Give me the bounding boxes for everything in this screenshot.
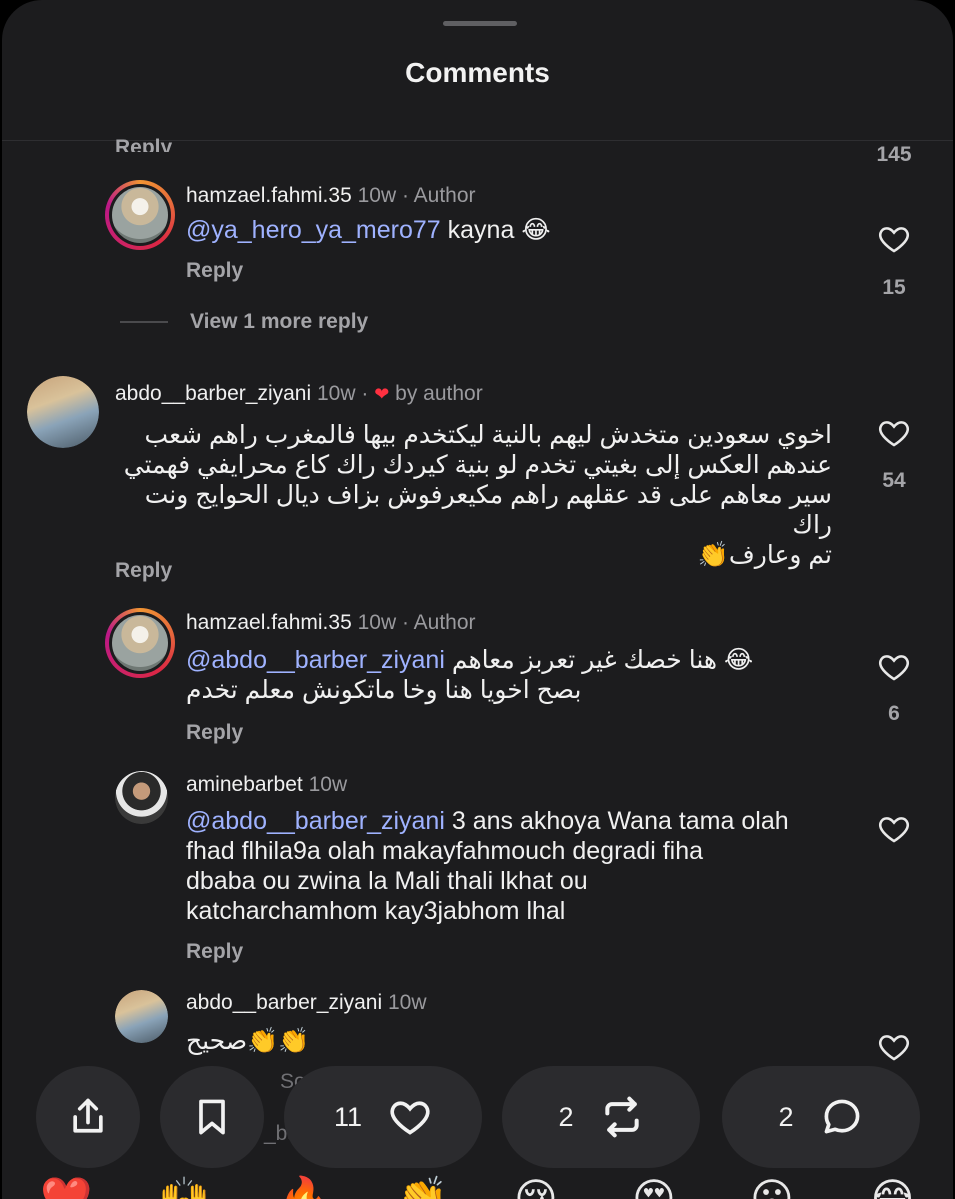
comment-line: تم وعارف👏 bbox=[697, 541, 832, 569]
emoji-sad[interactable]: 😢 bbox=[514, 1178, 558, 1199]
comment-meta: hamzael.fahmi.35 10w · Author bbox=[186, 184, 476, 208]
timestamp: 10w bbox=[357, 184, 397, 207]
reply-button[interactable]: Reply bbox=[186, 721, 243, 745]
heart-icon[interactable] bbox=[874, 222, 914, 261]
like-count: 54 bbox=[882, 469, 906, 492]
sheet-grabber-handle[interactable] bbox=[443, 21, 517, 26]
avatar[interactable] bbox=[115, 771, 168, 824]
comment-button[interactable]: 2 bbox=[722, 1066, 920, 1168]
emoji-fire[interactable]: 🔥 bbox=[278, 1178, 330, 1199]
emoji-heart[interactable]: ❤️ bbox=[40, 1178, 92, 1199]
username[interactable]: abdo__barber_ziyani bbox=[186, 991, 382, 1014]
heart-icon[interactable] bbox=[874, 416, 914, 455]
heart-icon[interactable] bbox=[874, 650, 914, 689]
comment-line: سير معاهم على قد عقلهم راهم مكيعرفوش بزا… bbox=[144, 481, 832, 539]
comment-line: 3 ans akhoya Wana tama olah bbox=[451, 807, 789, 835]
timestamp: 10w bbox=[308, 773, 348, 796]
view-more-replies[interactable]: View 1 more reply bbox=[120, 310, 368, 334]
emoji-clap[interactable]: 👏 bbox=[396, 1178, 448, 1199]
comment-line: اخوي سعودين متخدش ليهم بالنية ليكتخدم بي… bbox=[144, 421, 832, 449]
comment-count: 2 bbox=[778, 1101, 794, 1132]
comment-text: @abdo__barber_ziyani 3 ans akhoya Wana t… bbox=[186, 806, 846, 926]
comment-meta: abdo__barber_ziyani 10w · ❤ by author bbox=[115, 382, 483, 406]
like-count: 15 bbox=[882, 276, 906, 299]
comment-meta: hamzael.fahmi.35 10w · Author bbox=[186, 611, 476, 635]
timestamp: 10w bbox=[357, 611, 397, 634]
repost-icon bbox=[604, 1096, 639, 1138]
like-count: 145 bbox=[876, 143, 912, 166]
timestamp: 10w bbox=[317, 382, 356, 405]
emoji-heart-eyes[interactable]: 😍 bbox=[632, 1178, 676, 1199]
heart-icon[interactable] bbox=[874, 1030, 914, 1069]
comment-meta: aminebarbet 10w bbox=[186, 773, 347, 797]
repost-button[interactable]: 2 bbox=[502, 1066, 700, 1168]
mention-link[interactable]: @ya_hero_ya_mero77 bbox=[186, 216, 441, 244]
avatar bbox=[112, 615, 168, 671]
emoji-laughing[interactable]: 😂 bbox=[868, 1178, 917, 1199]
reply-button[interactable]: Reply bbox=[186, 940, 243, 964]
username[interactable]: abdo__barber_ziyani bbox=[115, 382, 311, 405]
comment-text: اخوي سعودين متخدش ليهم بالنية ليكتخدم بي… bbox=[110, 420, 832, 570]
bookmark-button[interactable] bbox=[160, 1066, 264, 1168]
author-tag: · Author bbox=[401, 184, 476, 207]
by-author-tag: by author bbox=[395, 382, 483, 405]
action-bar: 11 2 2 bbox=[2, 1066, 953, 1170]
view-more-label: View 1 more reply bbox=[190, 310, 369, 333]
avatar-story-ring[interactable] bbox=[105, 608, 175, 678]
liked-by-author-heart-icon: ❤ bbox=[374, 384, 390, 404]
mention-link[interactable]: @abdo__barber_ziyani bbox=[186, 646, 445, 674]
heart-icon[interactable] bbox=[874, 812, 914, 851]
comment-bubble-icon bbox=[824, 1099, 859, 1134]
emoji-reaction-row: ❤️ 🙌 🔥 👏 😢 😍 😮 😂 bbox=[2, 1170, 953, 1199]
thread-line bbox=[120, 321, 168, 323]
share-button[interactable] bbox=[36, 1066, 140, 1168]
avatar[interactable] bbox=[115, 990, 168, 1043]
repost-count: 2 bbox=[558, 1101, 574, 1132]
comment-meta: abdo__barber_ziyani 10w bbox=[186, 991, 427, 1015]
reply-button[interactable]: Reply bbox=[186, 259, 243, 283]
comment-text: @ya_hero_ya_mero77 kayna 😂 bbox=[186, 215, 551, 245]
bookmark-icon bbox=[199, 1099, 225, 1135]
share-icon bbox=[73, 1098, 103, 1133]
comment-text: @abdo__barber_ziyani 😂 هنا خصك غير تعربز… bbox=[186, 645, 806, 705]
comment-line: fhad flhila9a olah makayfahmouch degradi… bbox=[186, 837, 704, 865]
separator: · bbox=[361, 382, 369, 405]
like-count: 6 bbox=[888, 702, 900, 725]
author-tag: · Author bbox=[401, 611, 476, 634]
emoji-surprised[interactable]: 😮 bbox=[750, 1178, 794, 1199]
comment-line: بصح اخويا هنا وخا ماتكونش معلم تخدم bbox=[186, 676, 582, 704]
comment-body: kayna 😂 bbox=[447, 216, 551, 244]
comments-sheet: Comments Reply 145 hamzael.fahmi.35 10w … bbox=[2, 0, 953, 1199]
comment-line: katcharchamhom kay3jabhom lhal bbox=[186, 897, 566, 925]
username[interactable]: hamzael.fahmi.35 bbox=[186, 184, 352, 207]
reply-button[interactable]: Reply bbox=[115, 559, 172, 583]
heart-icon bbox=[390, 1101, 430, 1135]
username[interactable]: aminebarbet bbox=[186, 773, 303, 796]
timestamp: 10w bbox=[388, 991, 427, 1014]
emoji-raised-hands[interactable]: 🙌 bbox=[158, 1178, 210, 1199]
avatar-story-ring[interactable] bbox=[105, 180, 175, 250]
mention-link[interactable]: @abdo__barber_ziyani bbox=[186, 807, 445, 835]
comment-body: 😂 هنا خصك غير تعربز معاهم bbox=[451, 646, 754, 674]
page-title: Comments bbox=[405, 57, 550, 88]
comment-text: 👏👏صحيح bbox=[186, 1027, 310, 1055]
like-count: 11 bbox=[333, 1101, 363, 1132]
avatar[interactable] bbox=[27, 376, 99, 448]
like-button[interactable]: 11 bbox=[284, 1066, 482, 1168]
username[interactable]: hamzael.fahmi.35 bbox=[186, 611, 352, 634]
comment-line: dbaba ou zwina la Mali thali lkhat ou bbox=[186, 867, 588, 895]
comment-line: عندهم العكس إلى بغيتي تخدم لو بنية كيردك… bbox=[123, 451, 832, 479]
avatar bbox=[112, 187, 168, 243]
reply-button-partial[interactable]: Reply bbox=[115, 136, 172, 152]
